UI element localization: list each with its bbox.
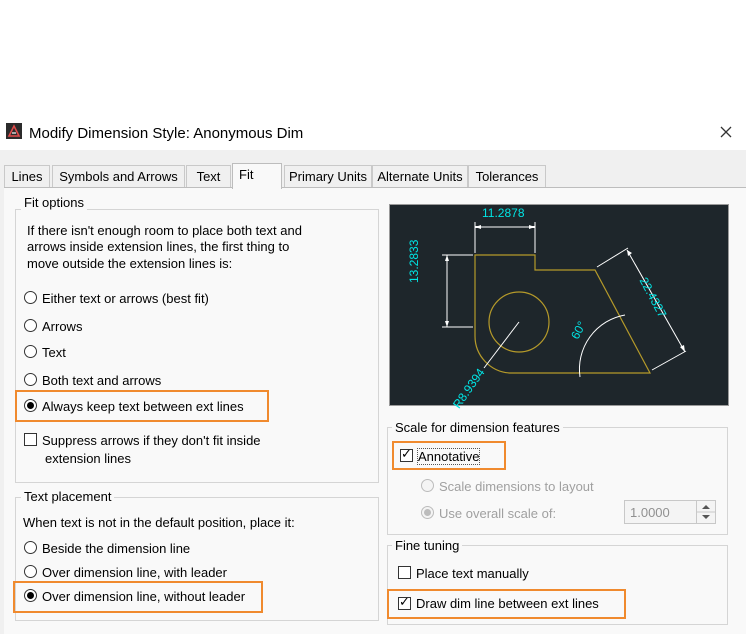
radio-best-fit[interactable] <box>24 291 37 304</box>
autocad-app-icon <box>6 123 22 139</box>
radio-arrows[interactable] <box>24 319 37 332</box>
radio-overall-scale-label[interactable]: Use overall scale of: <box>439 506 556 521</box>
radio-scale-to-layout[interactable] <box>421 479 434 492</box>
radio-arrows-label[interactable]: Arrows <box>42 319 82 334</box>
radio-over-with-leader[interactable] <box>24 565 37 578</box>
radio-scale-to-layout-label[interactable]: Scale dimensions to layout <box>439 479 594 494</box>
fit-options-title: Fit options <box>21 195 87 210</box>
spinner-arrows-icon[interactable] <box>697 501 715 523</box>
radio-both-text-and-arrows[interactable] <box>24 373 37 386</box>
tab-text[interactable]: Text <box>186 165 231 188</box>
tab-alternate-units[interactable]: Alternate Units <box>372 165 468 188</box>
suppress-arrows-label-2[interactable]: extension lines <box>45 451 131 466</box>
radio-text-label[interactable]: Text <box>42 345 66 360</box>
suppress-arrows-checkbox[interactable] <box>24 433 37 446</box>
window-title: Modify Dimension Style: Anonymous Dim <box>29 125 304 142</box>
tab-primary-units[interactable]: Primary Units <box>284 165 372 188</box>
dim-width-label: 11.2878 <box>482 206 525 220</box>
radio-over-with-leader-label[interactable]: Over dimension line, with leader <box>42 565 227 580</box>
tab-tolerances[interactable]: Tolerances <box>468 165 546 188</box>
fit-description-line-1: If there isn't enough room to place both… <box>27 223 302 238</box>
radio-beside-dimension-line[interactable] <box>24 541 37 554</box>
suppress-arrows-label-1[interactable]: Suppress arrows if they don't fit inside <box>42 433 261 448</box>
radio-best-fit-label[interactable]: Either text or arrows (best fit) <box>42 291 209 306</box>
radio-text[interactable] <box>24 345 37 358</box>
tab-fit[interactable]: Fit <box>232 163 282 189</box>
highlight-annotative <box>392 441 506 470</box>
scale-group-title: Scale for dimension features <box>392 420 563 435</box>
fine-tuning-title: Fine tuning <box>392 538 463 553</box>
radio-overall-scale[interactable] <box>421 506 434 519</box>
text-placement-description: When text is not in the default position… <box>23 515 295 530</box>
dimension-preview: 11.2878 13.2833 22.4327 60° R8.9394 <box>389 204 729 411</box>
close-icon[interactable] <box>712 122 740 144</box>
radio-beside-label[interactable]: Beside the dimension line <box>42 541 190 556</box>
spinner-buttons[interactable] <box>696 501 715 523</box>
text-placement-title: Text placement <box>21 489 115 504</box>
radio-both-label[interactable]: Both text and arrows <box>42 373 161 388</box>
highlight-draw-dim-line <box>387 589 626 619</box>
preview-drawing <box>442 222 687 378</box>
tab-lines[interactable]: Lines <box>4 165 50 188</box>
highlight-always-keep-text <box>15 390 269 422</box>
overall-scale-spinner[interactable]: 1.0000 <box>624 500 716 524</box>
dim-height-label: 13.2833 <box>407 239 421 283</box>
highlight-over-without-leader <box>13 581 263 613</box>
fit-description-line-3: move outside the extension lines is: <box>27 256 233 271</box>
overall-scale-value[interactable]: 1.0000 <box>630 505 670 520</box>
place-text-manually-label[interactable]: Place text manually <box>416 566 529 581</box>
tab-symbols-and-arrows[interactable]: Symbols and Arrows <box>52 165 185 188</box>
place-text-manually-checkbox[interactable] <box>398 566 411 579</box>
fit-description-line-2: arrows inside extension lines, the first… <box>27 239 290 254</box>
